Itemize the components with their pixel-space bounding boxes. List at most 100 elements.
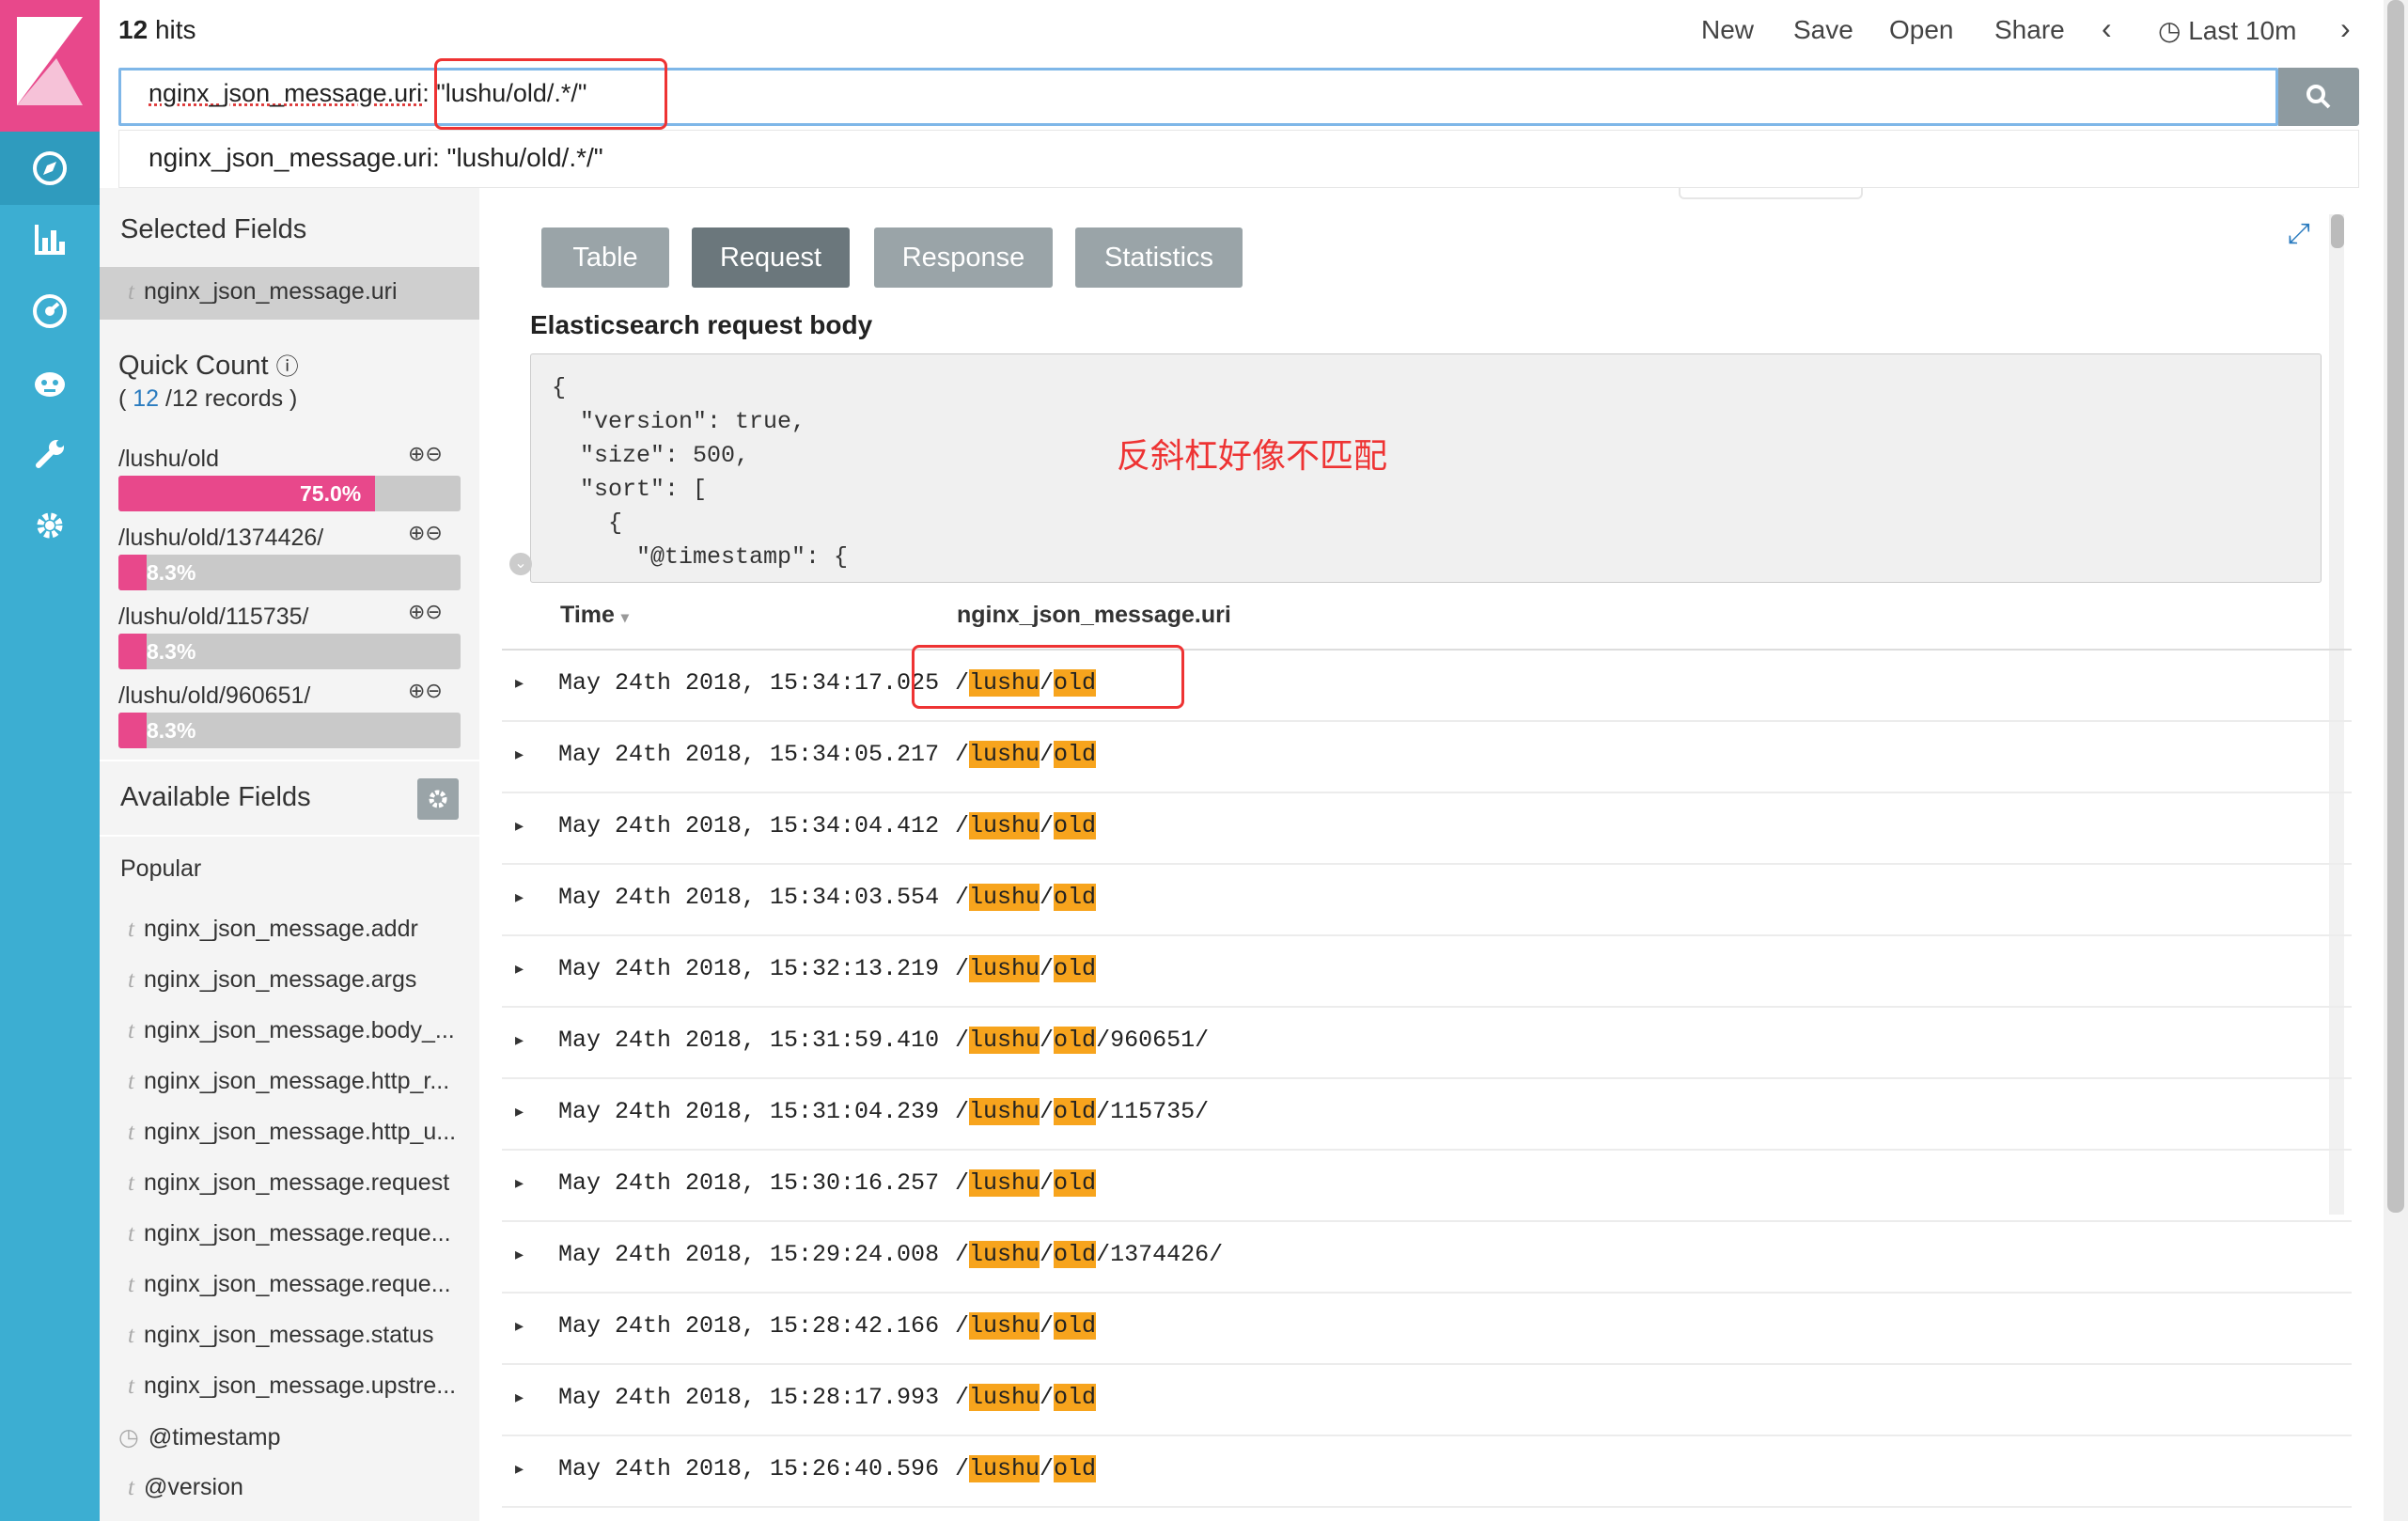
clock-icon: ◷ <box>2158 16 2181 45</box>
highlight: old <box>1054 884 1097 911</box>
expand-row-icon[interactable]: ▸ <box>515 1388 524 1407</box>
gear-icon <box>429 790 447 808</box>
popular-field-item[interactable]: t nginx_json_message.request <box>128 1169 449 1197</box>
quick-count-title: Quick Count ⓘ <box>118 351 299 381</box>
field-timestamp[interactable]: ◷ @timestamp <box>118 1423 281 1451</box>
row-uri: /lushu/old <box>955 812 1097 839</box>
field-name: nginx_json_message.http_u... <box>143 1119 457 1145</box>
row-time: May 24th 2018, 15:34:17.025 <box>558 669 940 697</box>
expand-row-icon[interactable]: ▸ <box>515 1173 524 1193</box>
kibana-logo[interactable] <box>0 0 100 132</box>
expand-row-icon[interactable]: ▸ <box>515 1316 524 1336</box>
annotation-note: 反斜杠好像不匹配 <box>1117 436 1388 475</box>
popular-field-item[interactable]: t nginx_json_message.http_u... <box>128 1119 456 1146</box>
filter-for-icon[interactable]: ⊕⊖ <box>408 600 443 624</box>
highlight: old <box>1054 1169 1097 1197</box>
row-time: May 24th 2018, 15:26:40.596 <box>558 1455 940 1482</box>
discover-icon[interactable] <box>0 132 100 205</box>
column-uri[interactable]: nginx_json_message.uri <box>957 602 1231 629</box>
divider <box>100 760 479 761</box>
page-scroll-thumb[interactable] <box>2387 0 2404 1213</box>
string-type-icon: t <box>128 967 134 993</box>
highlight: lushu <box>969 1241 1040 1268</box>
expand-icon[interactable]: ⤢ <box>2288 218 2310 250</box>
expand-row-icon[interactable]: ▸ <box>515 745 524 764</box>
open-button[interactable]: Open <box>1889 15 1954 45</box>
quick-value-label: /lushu/old <box>118 446 220 472</box>
highlight: old <box>1054 1027 1097 1054</box>
popular-field-item[interactable]: t nginx_json_message.reque... <box>128 1220 451 1247</box>
field-name: nginx_json_message.status <box>143 1322 434 1348</box>
expand-row-icon[interactable]: ▸ <box>515 816 524 836</box>
expand-row-icon[interactable]: ▸ <box>515 673 524 693</box>
popular-title: Popular <box>120 855 202 882</box>
popular-field-item[interactable]: t nginx_json_message.upstre... <box>128 1372 456 1400</box>
expand-row-icon[interactable]: ▸ <box>515 887 524 907</box>
result-annotation-box <box>912 645 1184 709</box>
highlight: lushu <box>969 741 1040 768</box>
time-picker[interactable]: ◷ Last 10m <box>2158 15 2296 46</box>
expand-row-icon[interactable]: ▸ <box>515 1030 524 1050</box>
row-time: May 24th 2018, 15:31:59.410 <box>558 1027 940 1054</box>
row-time: May 24th 2018, 15:34:04.412 <box>558 812 940 839</box>
string-type-icon: t <box>128 1373 134 1399</box>
row-time: May 24th 2018, 15:28:42.166 <box>558 1312 940 1340</box>
popular-field-item[interactable]: t nginx_json_message.reque... <box>128 1271 451 1298</box>
divider <box>100 835 479 837</box>
table-header <box>502 585 2352 651</box>
highlight: old <box>1054 812 1097 839</box>
popular-field-item[interactable]: t nginx_json_message.http_r... <box>128 1068 449 1095</box>
dashboard-icon[interactable] <box>0 274 100 348</box>
row-uri: /lushu/old <box>955 1384 1097 1411</box>
column-time[interactable]: Time ▾ <box>560 602 629 629</box>
tab-table[interactable]: Table <box>541 227 669 288</box>
sort-icon: ▾ <box>620 610 629 626</box>
filter-for-icon[interactable]: ⊕⊖ <box>408 679 443 703</box>
highlight: lushu <box>969 1384 1040 1411</box>
field-name: nginx_json_message.args <box>143 966 417 993</box>
quick-value-label: /lushu/old/960651/ <box>118 682 311 709</box>
visualize-icon[interactable] <box>0 203 100 276</box>
expand-row-icon[interactable]: ▸ <box>515 1102 524 1121</box>
management-gear-icon[interactable] <box>0 489 100 562</box>
tab-response[interactable]: Response <box>874 227 1053 288</box>
row-uri: /lushu/old/115735/ <box>955 1098 1210 1125</box>
request-json: { "version": true, "size": 500, "sort": … <box>552 374 849 571</box>
query-suggestion-text: nginx_json_message.uri: "lushu/old/.*/" <box>149 143 603 172</box>
hits-count: 12 hits <box>118 15 196 44</box>
popular-field-item[interactable]: t nginx_json_message.addr <box>128 916 418 943</box>
new-button[interactable]: New <box>1701 15 1754 45</box>
field-settings-button[interactable] <box>417 778 459 820</box>
search-button[interactable] <box>2278 68 2359 126</box>
row-uri: /lushu/old <box>955 741 1097 768</box>
expand-row-icon[interactable]: ▸ <box>515 1245 524 1264</box>
quick-value-bar: 75.0% <box>118 476 461 511</box>
filter-for-icon[interactable]: ⊕⊖ <box>408 521 443 545</box>
popular-field-item[interactable]: t nginx_json_message.status <box>128 1322 433 1349</box>
timelion-icon[interactable] <box>0 346 100 419</box>
selected-field-label: t nginx_json_message.uri <box>128 278 398 305</box>
inspector-scroll-thumb[interactable] <box>2331 214 2344 248</box>
field-name: nginx_json_message.upstre... <box>143 1372 457 1399</box>
expand-row-icon[interactable]: ▸ <box>515 959 524 979</box>
popular-field-item[interactable]: t nginx_json_message.body_... <box>128 1017 455 1044</box>
popular-field-item[interactable]: t nginx_json_message.args <box>128 966 416 994</box>
chevron-right-icon[interactable]: › <box>2340 11 2351 46</box>
chevron-down-icon[interactable]: ⌄ <box>509 553 532 575</box>
tab-statistics[interactable]: Statistics <box>1075 227 1243 288</box>
dev-tools-icon[interactable] <box>0 417 100 491</box>
request-body-title: Elasticsearch request body <box>530 310 873 339</box>
expand-row-icon[interactable]: ▸ <box>515 1459 524 1479</box>
string-type-icon: t <box>128 1120 134 1145</box>
collapse-handle[interactable] <box>1679 188 1863 199</box>
filter-for-icon[interactable]: ⊕⊖ <box>408 442 443 466</box>
save-button[interactable]: Save <box>1793 15 1853 45</box>
search-icon <box>2306 85 2331 109</box>
tab-request[interactable]: Request <box>692 227 850 288</box>
string-type-icon: t <box>128 917 134 942</box>
request-body-code: { "version": true, "size": 500, "sort": … <box>530 353 2322 583</box>
share-button[interactable]: Share <box>1994 15 2065 45</box>
field-version[interactable]: t @version <box>128 1474 243 1501</box>
highlight: old <box>1054 1241 1097 1268</box>
chevron-left-icon[interactable]: ‹ <box>2102 11 2112 46</box>
